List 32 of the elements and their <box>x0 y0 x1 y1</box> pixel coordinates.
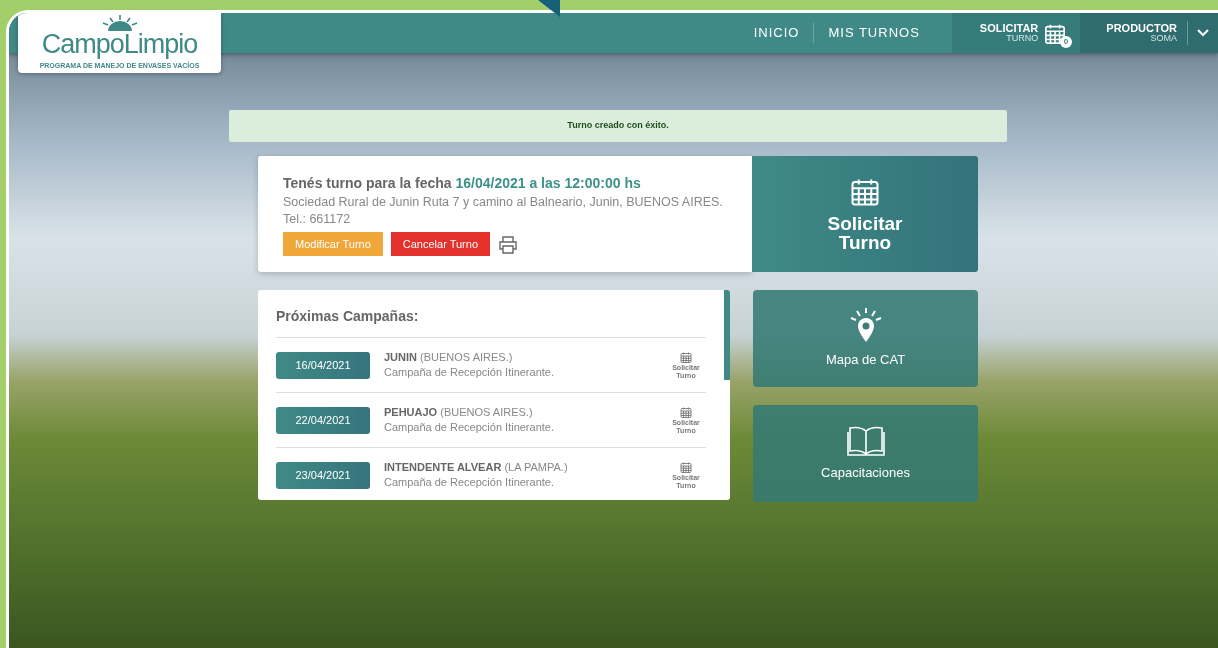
appointment-phone: Tel.: 661172 <box>283 210 352 228</box>
tile-button[interactable]: Capacitaciones <box>753 405 978 502</box>
calendar-icon <box>680 406 692 420</box>
campaign-location: PEHUAJO (BUENOS AIRES.) <box>384 404 534 420</box>
calendar-icon <box>680 351 692 365</box>
logo-wordmark: CampoLimpio <box>41 30 198 58</box>
campaign-date: 22/04/2021 <box>276 406 370 434</box>
user-role: PRODUCTOR <box>1106 22 1177 35</box>
calendar-icon <box>680 461 692 475</box>
appointment-address: Sociedad Rural de Junin Ruta 7 y camino al Balneario, Junin, BUENOS AIRES. <box>283 194 724 211</box>
campaigns-title: Próximas Campañas: <box>276 306 706 338</box>
campaign-date: 16/04/2021 <box>276 351 370 379</box>
campaign-description: Campaña de Recepción Itinerante. <box>384 365 555 380</box>
open-book-icon <box>846 424 885 457</box>
success-alert: Turno creado con éxito. <box>229 110 1007 142</box>
user-name: SOMA <box>1150 34 1177 44</box>
request-appointment-link[interactable]: SOLICITAR TURNO 0 <box>951 13 1081 53</box>
corner-triangle <box>538 0 560 17</box>
appointment-heading: Tenés turno para la fecha 16/04/2021 a las 12:00:00 hs <box>283 174 642 193</box>
campaign-location: INTENDENTE ALVEAR (LA PAMPA.) <box>384 459 569 475</box>
cancel-button[interactable]: Cancelar Turno <box>390 231 491 257</box>
campaign-description: Campaña de Recepción Itinerante. <box>384 475 555 490</box>
campaign-date: 23/04/2021 <box>276 461 370 489</box>
calendar-icon <box>1044 22 1067 45</box>
printer-icon <box>498 234 519 255</box>
tile-button[interactable]: Mapa de CAT <box>753 290 978 387</box>
nav-link[interactable]: INICIO <box>739 13 814 53</box>
campaign-location: JUNIN (BUENOS AIRES.) <box>384 349 514 365</box>
nav-link[interactable]: MIS TURNOS <box>814 13 934 53</box>
campaign-description: Campaña de Recepción Itinerante. <box>384 420 555 435</box>
scrollbar-thumb[interactable] <box>724 290 730 380</box>
tile-button[interactable]: Solicitar Turno <box>752 156 978 272</box>
